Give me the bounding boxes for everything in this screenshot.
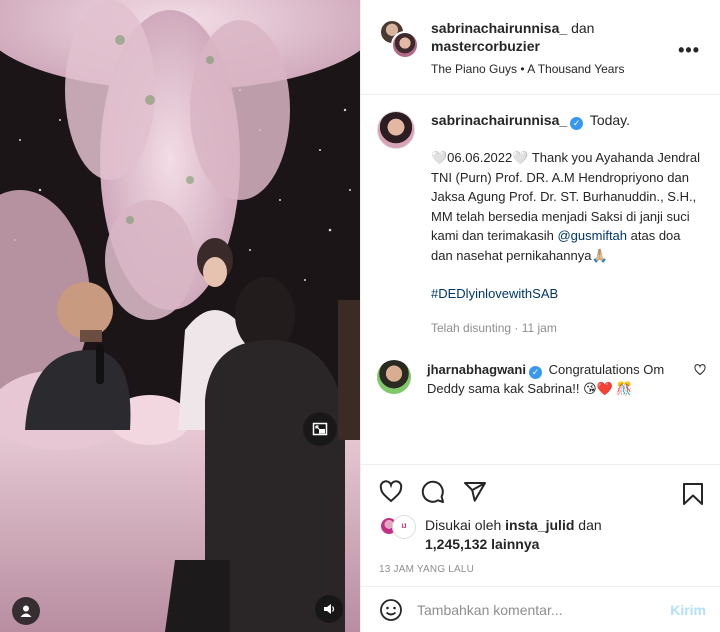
tagged-users-button[interactable] [12, 597, 40, 625]
speaker-icon [324, 604, 335, 614]
caption-body: sabrinachairunnisa_ ✓ Today. 🤍06.06.2022🤍… [431, 111, 701, 338]
likes-prefix: Disukai oleh [425, 517, 502, 533]
post-header: sabrinachairunnisa_ dan mastercorbuzier … [361, 0, 720, 95]
caption-username-link[interactable]: sabrinachairunnisa_ [431, 112, 567, 128]
liker-avatars[interactable]: IJ [379, 516, 419, 538]
liker-username-link[interactable]: insta_julid [505, 517, 574, 533]
avatar: IJ [393, 516, 415, 538]
likes-text: Disukai oleh insta_julid dan 1,245,132 l… [425, 516, 602, 554]
user-icon [20, 605, 32, 617]
coauthor-username-link[interactable]: mastercorbuzier [431, 38, 540, 54]
avatar [391, 31, 419, 59]
collab-avatars[interactable] [379, 19, 419, 59]
add-comment-bar: Kirim [361, 586, 720, 632]
author-username-link[interactable]: sabrinachairunnisa_ [431, 20, 567, 36]
likes-summary: IJ Disukai oleh insta_julid dan 1,245,13… [361, 504, 720, 554]
caption-first-line: Today. [589, 112, 631, 128]
action-bar [361, 465, 720, 504]
conjunction-text: dan [571, 20, 595, 36]
share-send-icon[interactable] [463, 480, 487, 504]
post-comment-button[interactable]: Kirim [670, 602, 706, 618]
commenter-username-link[interactable]: jharnabhagwani [427, 362, 526, 377]
post-details-panel: sabrinachairunnisa_ dan mastercorbuzier … [360, 0, 720, 632]
post-video[interactable] [0, 0, 360, 632]
comments-section: sabrinachairunnisa_ ✓ Today. 🤍06.06.2022🤍… [361, 95, 720, 464]
likes-conjunction: dan [578, 517, 602, 533]
comment-icon[interactable] [421, 480, 445, 504]
comment-item: jharnabhagwani ✓ Congratulations Om Deddy… [361, 338, 720, 398]
comment-input[interactable] [417, 601, 671, 618]
mute-button[interactable] [315, 595, 343, 623]
commenter-avatar[interactable] [377, 360, 411, 394]
likes-count-link[interactable]: 1,245,132 lainnya [425, 536, 539, 552]
like-heart-icon[interactable] [379, 480, 403, 504]
verified-badge-icon: ✓ [570, 117, 584, 130]
instagram-post: sabrinachairunnisa_ dan mastercorbuzier … [0, 0, 720, 632]
hashtag-link[interactable]: #DEDlyinlovewithSAB [431, 284, 701, 303]
video-frame-image [0, 0, 360, 632]
mention-link[interactable]: @gusmiftah [557, 228, 627, 243]
more-horizontal-icon[interactable]: ••• [678, 40, 700, 61]
caption: sabrinachairunnisa_ ✓ Today. 🤍06.06.2022🤍… [361, 95, 720, 338]
actions-section: IJ Disukai oleh insta_julid dan 1,245,13… [361, 464, 720, 586]
save-bookmark-icon[interactable] [682, 482, 704, 506]
edited-timestamp: Telah disunting · 11 jam [431, 321, 557, 335]
like-comment-heart-icon[interactable] [694, 364, 706, 376]
caption-text: 🤍06.06.2022🤍 Thank you Ayahanda Jendral … [431, 148, 701, 265]
emoji-smiley-icon[interactable] [379, 598, 403, 622]
picture-in-picture-icon [312, 422, 328, 436]
verified-badge-icon: ✓ [528, 366, 542, 379]
audio-track-link[interactable]: The Piano Guys • A Thousand Years [431, 60, 624, 78]
header-text: sabrinachairunnisa_ dan mastercorbuzier … [431, 19, 624, 94]
post-timestamp[interactable]: 13 JAM YANG LALU [361, 554, 720, 575]
picture-in-picture-button[interactable] [303, 412, 337, 446]
caption-author-avatar[interactable] [377, 111, 415, 149]
comment-body: jharnabhagwani ✓ Congratulations Om Deddy… [427, 360, 697, 398]
